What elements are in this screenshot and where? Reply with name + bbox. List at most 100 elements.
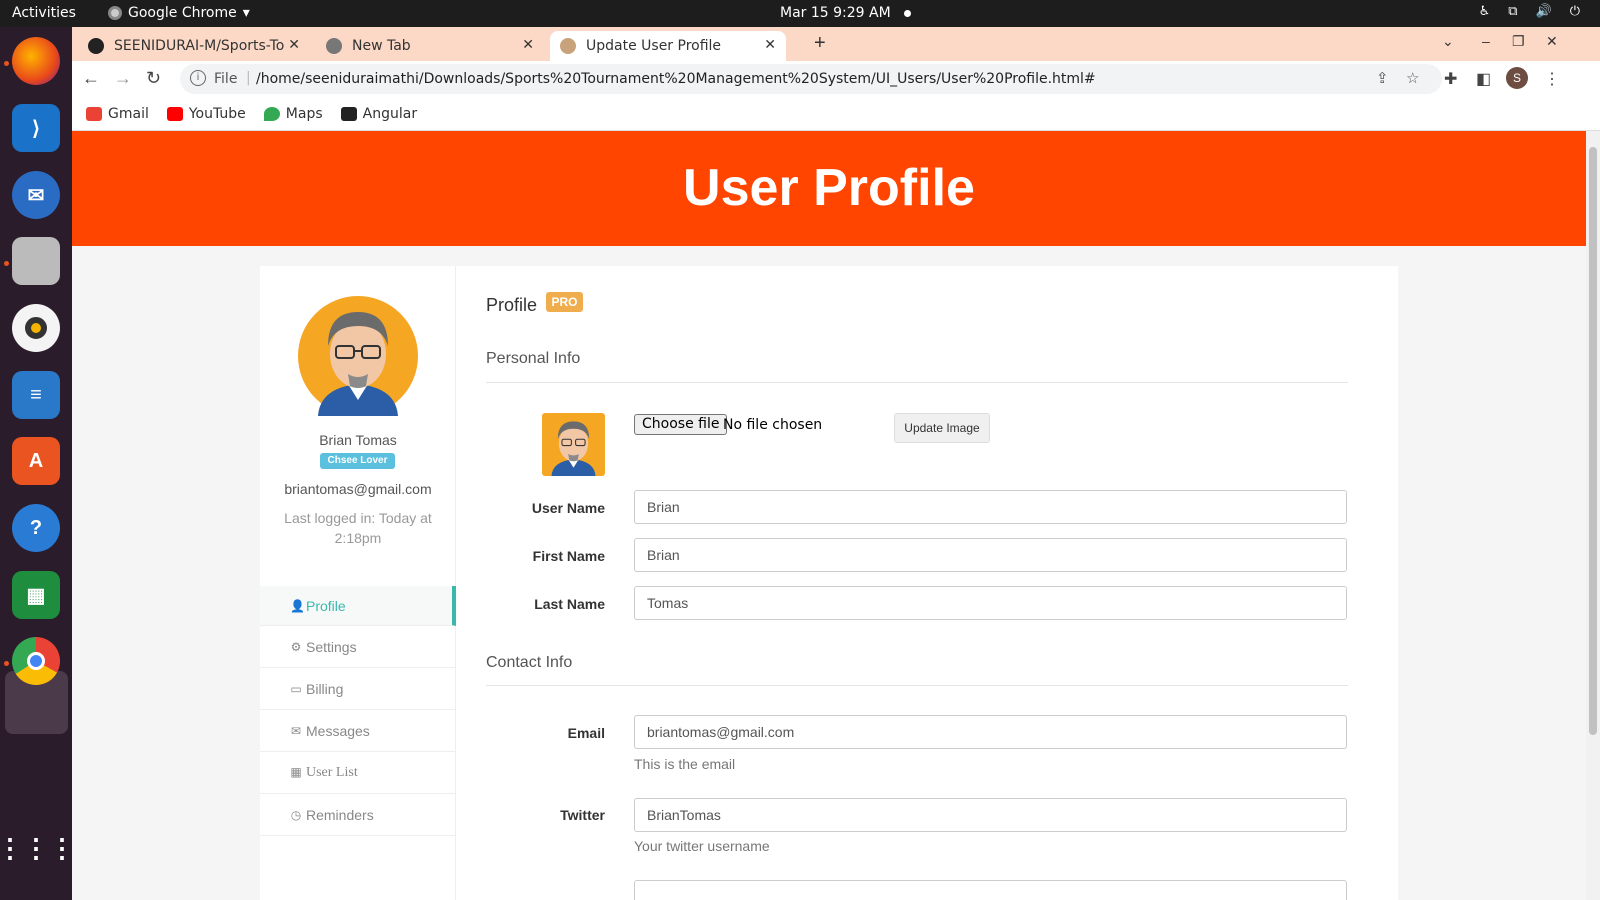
bookmark-label: Maps [285, 105, 323, 122]
info-icon[interactable]: i [190, 70, 206, 86]
maps-icon [263, 106, 280, 121]
software-icon[interactable]: A [12, 437, 60, 485]
menu-item-label: Settings [306, 638, 357, 655]
tab-new-tab[interactable]: New Tab ✕ [316, 31, 544, 61]
username-label: User Name [531, 500, 605, 516]
back-icon[interactable]: ← [82, 68, 100, 89]
forward-icon[interactable]: → [114, 68, 132, 89]
menu-item-label: Profile [306, 597, 346, 614]
menu-item-reminders[interactable]: ◷ Reminders [260, 794, 456, 836]
close-icon[interactable]: ✕ [764, 37, 776, 53]
tab-search-icon[interactable]: ⌄ [1442, 33, 1454, 50]
rhythmbox-icon[interactable] [12, 304, 60, 352]
lastname-input[interactable]: Tomas [634, 586, 1347, 620]
app-menu-label: Google Chrome [128, 5, 237, 21]
angular-icon [340, 106, 357, 121]
close-icon[interactable]: ✕ [288, 37, 300, 53]
profile-card: Brian Tomas Chsee Lover briantomas@gmail… [260, 266, 1398, 900]
bookmark-star-icon[interactable]: ☆ [1406, 69, 1419, 87]
user-icon [560, 38, 576, 54]
email-field[interactable]: briantomas@gmail.com [634, 715, 1347, 749]
avatar [298, 296, 418, 416]
system-tray[interactable]: ♿ ⧉ 🔊 ⏻ [1479, 4, 1580, 19]
files-icon[interactable] [12, 237, 60, 285]
activities-button[interactable]: Activities [12, 5, 76, 21]
url-text[interactable]: /home/seeniduraimathi/Downloads/Sports%2… [256, 71, 1096, 87]
email-label: Email [567, 725, 605, 741]
choose-file-button[interactable]: Choose file [634, 414, 728, 435]
writer-icon[interactable]: ≡ [12, 371, 60, 419]
bookmark-maps[interactable]: Maps [263, 105, 323, 122]
page-title: User Profile [72, 131, 1586, 246]
power-icon[interactable]: ⏻ [1570, 4, 1580, 19]
chrome-icon [108, 6, 122, 20]
chrome-dock-icon[interactable] [12, 637, 60, 685]
close-icon[interactable]: ✕ [522, 37, 534, 53]
page-scrollbar[interactable] [1586, 131, 1600, 900]
next-input[interactable] [634, 880, 1347, 900]
youtube-icon [166, 106, 183, 121]
tab-update-user-profile[interactable]: Update User Profile ✕ [550, 31, 786, 61]
last-login: Last logged in: Today at 2:18pm [284, 510, 432, 546]
profile-avatar[interactable]: S [1506, 67, 1528, 89]
firstname-input[interactable]: Brian [634, 538, 1347, 572]
address-bar[interactable]: i File | /home/seeniduraimathi/Downloads… [180, 64, 1442, 94]
new-tab-button[interactable]: + [814, 32, 826, 55]
tab-strip: SEENIDURAI-M/Sports-To ✕ New Tab ✕ Updat… [72, 27, 1600, 61]
twitter-help-text: Your twitter username [634, 838, 770, 854]
lastname-label: Last Name [534, 596, 605, 612]
volume-icon[interactable]: 🔊 [1536, 4, 1552, 19]
extensions-icon[interactable]: ✚ [1444, 69, 1457, 89]
window-close-icon[interactable]: ✕ [1546, 33, 1558, 50]
chevron-down-icon: ▾ [242, 5, 250, 21]
menu-item-billing[interactable]: ▭ Billing [260, 668, 456, 710]
clock-icon: ◷ [290, 807, 302, 822]
side-panel-icon[interactable]: ◧ [1476, 69, 1491, 89]
scrollbar-thumb[interactable] [1589, 147, 1597, 735]
menu-item-messages[interactable]: ✉ Messages [260, 710, 456, 752]
help-icon[interactable]: ? [12, 504, 60, 552]
menu-item-label: Messages [306, 722, 370, 739]
twitter-input[interactable]: BrianTomas [634, 798, 1347, 832]
username-input[interactable]: Brian [634, 490, 1347, 524]
file-status: No file chosen [723, 417, 823, 433]
vscode-icon[interactable]: ⟩ [12, 104, 60, 152]
profile-sidebar: Brian Tomas Chsee Lover briantomas@gmail… [260, 266, 456, 900]
update-image-button[interactable]: Update Image [894, 413, 990, 443]
bookmark-gmail[interactable]: Gmail [86, 106, 149, 122]
menu-item-settings[interactable]: ⚙ Settings [260, 626, 456, 668]
bookmark-angular[interactable]: Angular [340, 105, 418, 122]
grid-icon: ▦ [290, 765, 302, 779]
pro-badge: PRO [546, 292, 583, 312]
menu-item-label: Billing [306, 680, 344, 697]
maximize-icon[interactable]: ❐ [1512, 33, 1525, 50]
firefox-icon[interactable] [12, 37, 60, 85]
accessibility-icon[interactable]: ♿ [1479, 4, 1491, 19]
bookmark-label: Angular [362, 105, 418, 122]
tab-github[interactable]: SEENIDURAI-M/Sports-To ✕ [78, 31, 310, 61]
app-grid-icon[interactable]: ⋮⋮⋮ [0, 824, 75, 872]
bookmark-youtube[interactable]: YouTube [166, 106, 246, 122]
menu-item-label: Reminders [306, 806, 374, 823]
section-contact-info: Contact Info [486, 654, 1348, 686]
reload-icon[interactable]: ↻ [146, 68, 161, 89]
credit-card-icon: ▭ [290, 681, 302, 696]
share-icon[interactable]: ⇪ [1376, 69, 1389, 87]
app-menu[interactable]: Google Chrome ▾ [108, 5, 250, 21]
running-indicator-icon [4, 261, 9, 266]
menu-icon[interactable]: ⋮ [1544, 69, 1560, 89]
browser-toolbar: ← → ↻ i File | /home/seeniduraimathi/Dow… [72, 61, 1600, 97]
menu-item-user-list[interactable]: ▦ User List [260, 752, 456, 794]
tab-label: New Tab [352, 38, 411, 54]
chrome-icon [326, 38, 342, 54]
clock[interactable]: Mar 15 9:29 AM [780, 5, 891, 21]
calc-icon[interactable]: ▦ [12, 571, 60, 619]
firstname-label: First Name [532, 548, 605, 564]
gmail-icon [86, 106, 102, 121]
minimize-icon[interactable]: – [1482, 33, 1490, 49]
network-icon[interactable]: ⧉ [1508, 4, 1517, 19]
menu-item-profile[interactable]: 👤 Profile [260, 586, 456, 626]
profile-menu: 👤 Profile ⚙ Settings ▭ Billing ✉ Messages ▦ U… [260, 586, 456, 836]
thunderbird-icon[interactable]: ✉ [12, 171, 60, 219]
github-icon [88, 38, 104, 54]
